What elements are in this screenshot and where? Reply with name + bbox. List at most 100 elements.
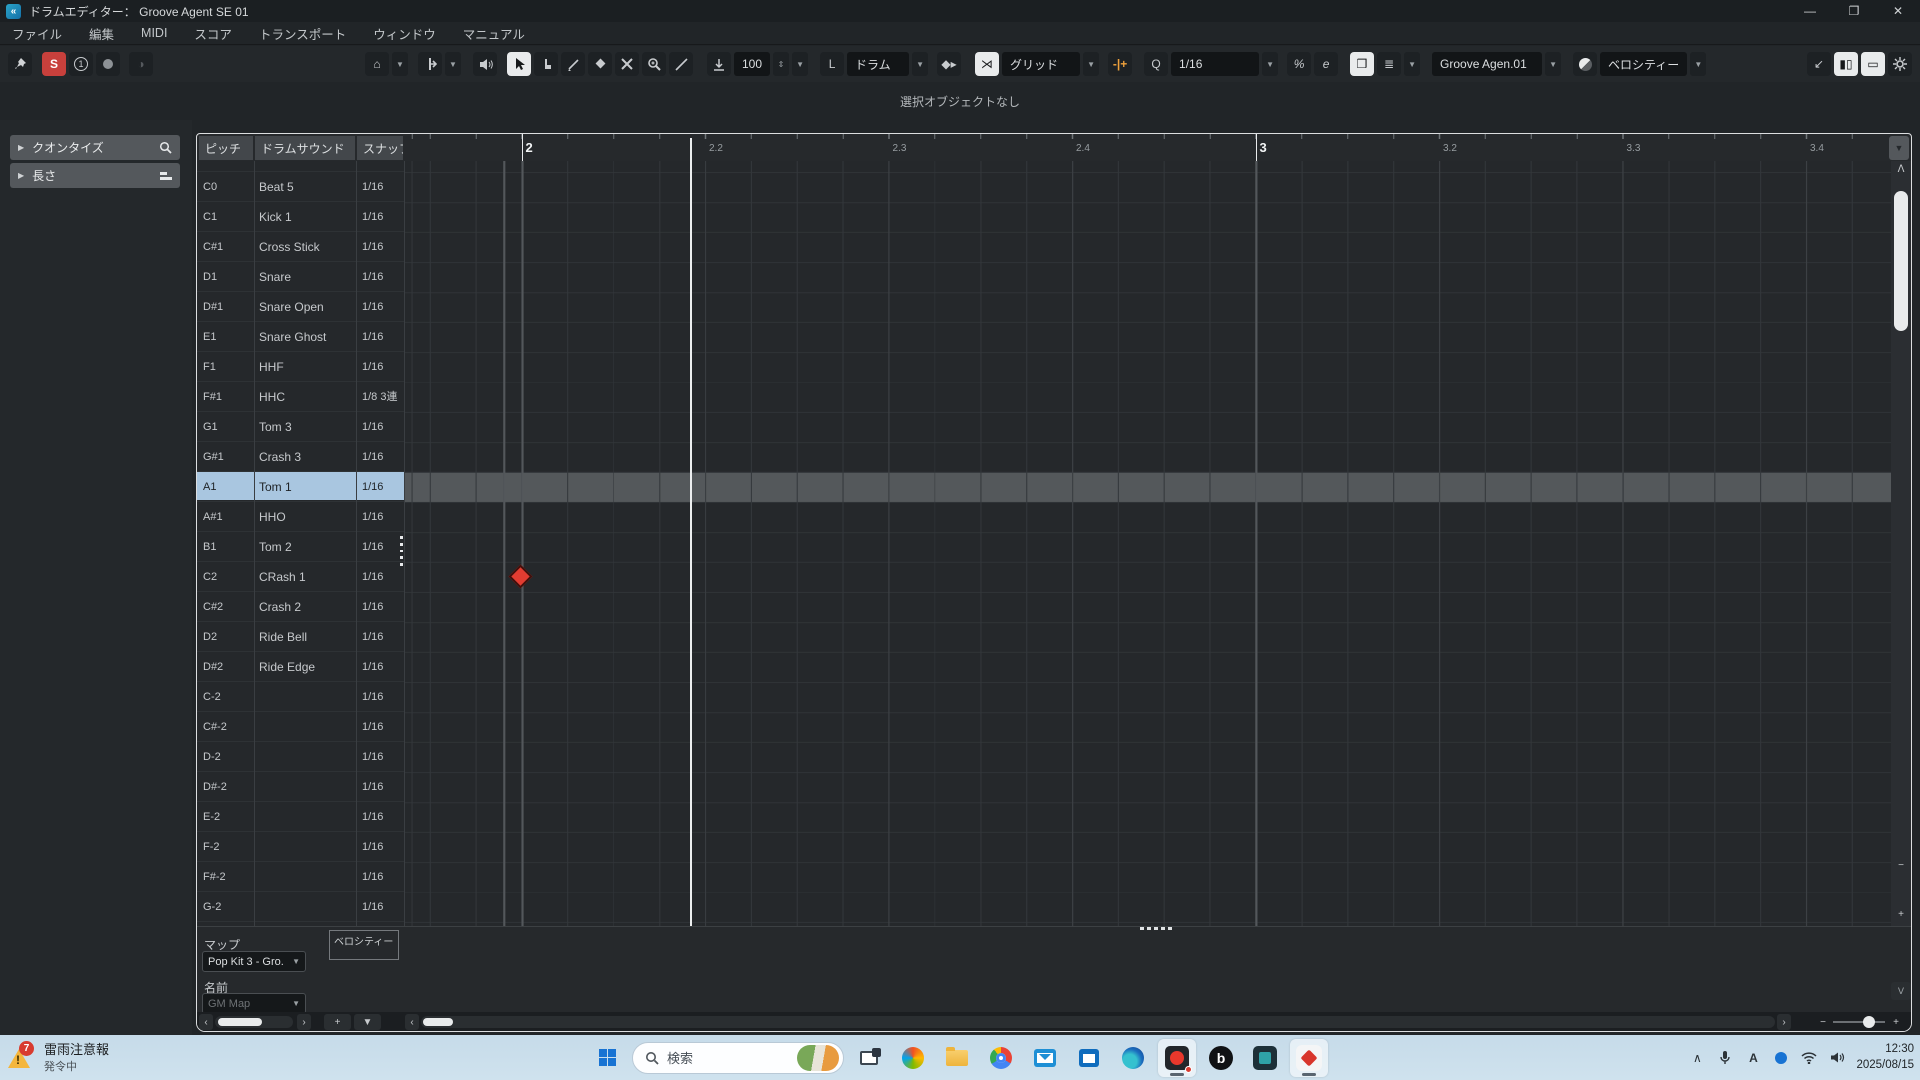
record-in-editor-button[interactable] — [96, 52, 120, 76]
audition-speaker-icon[interactable] — [473, 52, 497, 76]
menu-item-1[interactable]: 編集 — [89, 24, 114, 43]
drum-row-G-2[interactable]: G-21/16 — [197, 892, 405, 922]
inspector-section-quantize[interactable]: ▶ クオンタイズ — [10, 135, 180, 160]
taskbar-app-edge-icon[interactable] — [1114, 1039, 1152, 1077]
drum-row-C#1[interactable]: C#1Cross Stick1/16 — [197, 232, 405, 262]
setup-gear-icon[interactable] — [1888, 52, 1912, 76]
column-header-snap[interactable]: スナップ — [357, 136, 403, 160]
column-header-pitch[interactable]: ピッチ — [199, 136, 253, 160]
menu-item-5[interactable]: ウィンドウ — [373, 24, 436, 43]
drum-row-F1[interactable]: F1HHF1/16 — [197, 352, 405, 382]
vscroll-thumb[interactable] — [1894, 191, 1908, 331]
drum-row-C-2[interactable]: C-21/16 — [197, 682, 405, 712]
hscroll-right-button[interactable]: › — [1777, 1014, 1791, 1030]
edited-part-dropdown[interactable]: ▼ — [1545, 52, 1561, 76]
pin-icon[interactable] — [8, 52, 32, 76]
drum-row-E-2[interactable]: E-21/16 — [197, 802, 405, 832]
start-button[interactable] — [588, 1039, 626, 1077]
snap-type-icon[interactable]: ⋊ — [975, 52, 999, 76]
solo-button[interactable]: S — [42, 52, 66, 76]
drum-name-dropdown[interactable]: GM Map▼ — [202, 993, 306, 1014]
taskbar-clock[interactable]: 12:30 2025/08/15 — [1856, 1042, 1914, 1073]
note-grid[interactable] — [405, 161, 1891, 926]
ime-indicator[interactable]: A — [1744, 1051, 1762, 1065]
insert-length-value[interactable]: ドラム — [847, 52, 909, 76]
vscroll-up-button[interactable]: ᐱ — [1891, 161, 1911, 177]
select-tool[interactable] — [507, 52, 531, 76]
taskbar-app-task-view-icon[interactable] — [850, 1039, 888, 1077]
lane-options-dropdown[interactable]: ▼ — [354, 1014, 381, 1030]
list-scroll-right-button[interactable]: › — [297, 1014, 311, 1030]
menu-item-6[interactable]: マニュアル — [463, 24, 525, 43]
weather-widget[interactable]: 7 雷雨注意報 発令中 — [6, 1039, 109, 1074]
left-zone-toggle-icon[interactable]: ▮▯ — [1834, 52, 1858, 76]
lane-collapse-chevron[interactable]: ᐯ — [1891, 982, 1911, 1000]
eraser-tool[interactable] — [588, 52, 612, 76]
playhead-cursor[interactable] — [690, 138, 692, 926]
snap-on-off-button[interactable]: -|+ — [1108, 52, 1132, 76]
quantize-panel-button[interactable]: e — [1314, 52, 1338, 76]
list-grid-divider-handle[interactable] — [400, 536, 404, 566]
restore-button[interactable]: ❐ — [1832, 0, 1876, 22]
insert-length-dropdown[interactable]: ▼ — [912, 52, 928, 76]
insert-velocity-stepper[interactable]: ⇕ — [773, 52, 789, 76]
event-color-value[interactable]: ベロシティー — [1600, 52, 1687, 76]
wifi-icon[interactable] — [1800, 1052, 1818, 1064]
menu-item-3[interactable]: スコア — [194, 24, 232, 43]
drum-row-F#1[interactable]: F#1HHC1/8 3連 — [197, 382, 405, 412]
drum-row-D2[interactable]: D2Ride Bell1/16 — [197, 622, 405, 652]
drum-row-B-1[interactable]: B-1Beat 41/16 — [197, 161, 405, 172]
taskbar-app-music-app-icon[interactable] — [1158, 1039, 1196, 1077]
drum-row-F#-2[interactable]: F#-21/16 — [197, 862, 405, 892]
lane-resize-handle[interactable] — [1140, 927, 1172, 930]
close-button[interactable]: ✕ — [1876, 0, 1920, 22]
quantize-apply-button[interactable]: % — [1287, 52, 1311, 76]
drum-row-G1[interactable]: G1Tom 31/16 — [197, 412, 405, 442]
drum-map-dropdown[interactable]: Pop Kit 3 - Gro.▼ — [202, 951, 306, 972]
insert-velocity-dropdown[interactable]: ▼ — [792, 52, 808, 76]
part-list-icon[interactable]: ≣ — [1377, 52, 1401, 76]
taskbar-app-chrome-icon[interactable] — [982, 1039, 1020, 1077]
taskbar-app-cubase-icon[interactable] — [1290, 1039, 1328, 1077]
add-lane-button[interactable]: + — [324, 1014, 351, 1030]
drum-row-C2[interactable]: C2CRash 11/16 — [197, 562, 405, 592]
drum-row-G#1[interactable]: G#1Crash 31/16 — [197, 442, 405, 472]
acoustic-feedback-button[interactable]: 1 — [69, 52, 93, 76]
inspector-section-length[interactable]: ▶ 長さ — [10, 163, 180, 188]
hidden-icons-chevron[interactable]: ∧ — [1688, 1051, 1706, 1065]
vzoom-in-button[interactable]: + — [1891, 906, 1911, 922]
taskbar-app-bandlab-icon[interactable]: b — [1202, 1039, 1240, 1077]
open-in-lower-zone-icon[interactable]: ↙ — [1807, 52, 1831, 76]
zoom-slider-thumb[interactable] — [1863, 1016, 1875, 1028]
volume-icon[interactable] — [1828, 1051, 1846, 1064]
draw-tool[interactable] — [561, 52, 585, 76]
drum-row-D#2[interactable]: D#2Ride Edge1/16 — [197, 652, 405, 682]
drum-row-D1[interactable]: D1Snare1/16 — [197, 262, 405, 292]
list-scrollbar[interactable] — [215, 1016, 293, 1028]
part-edit-mode-icon[interactable]: ❒ — [1350, 52, 1374, 76]
snap-type-value[interactable]: グリッド — [1002, 52, 1080, 76]
ruler-options-dropdown[interactable]: ▼ — [1889, 136, 1909, 160]
part-list-dropdown[interactable]: ▼ — [1404, 52, 1420, 76]
drum-row-C#-2[interactable]: C#-21/16 — [197, 712, 405, 742]
drum-row-C1[interactable]: C1Kick 11/16 — [197, 202, 405, 232]
drum-row-C#2[interactable]: C#2Crash 21/16 — [197, 592, 405, 622]
snap-type-dropdown[interactable]: ▼ — [1083, 52, 1099, 76]
step-input-icon[interactable]: ◆▸ — [937, 52, 961, 76]
insert-velocity-value[interactable]: 100 — [734, 52, 770, 76]
event-color-dropdown[interactable]: ▼ — [1690, 52, 1706, 76]
taskbar-app-store-icon[interactable] — [1070, 1039, 1108, 1077]
line-tool[interactable] — [669, 52, 693, 76]
taskbar-app-copilot-icon[interactable] — [894, 1039, 932, 1077]
controller-lane-selector[interactable]: ベロシティー — [329, 930, 399, 960]
drumstick-tool[interactable] — [534, 52, 558, 76]
hscroll-left-button[interactable]: ‹ — [405, 1014, 419, 1030]
taskbar-app-file-explorer-icon[interactable] — [938, 1039, 976, 1077]
mic-icon[interactable] — [1716, 1050, 1734, 1065]
drum-row-D#1[interactable]: D#1Snare Open1/16 — [197, 292, 405, 322]
mute-tool[interactable] — [615, 52, 639, 76]
taskbar-app-dorico-icon[interactable] — [1246, 1039, 1284, 1077]
menu-item-4[interactable]: トランスポート — [259, 24, 346, 43]
drum-row-E1[interactable]: E1Snare Ghost1/16 — [197, 322, 405, 352]
timeline-ruler[interactable]: 22.22.32.433.23.33.4 — [405, 134, 1891, 161]
